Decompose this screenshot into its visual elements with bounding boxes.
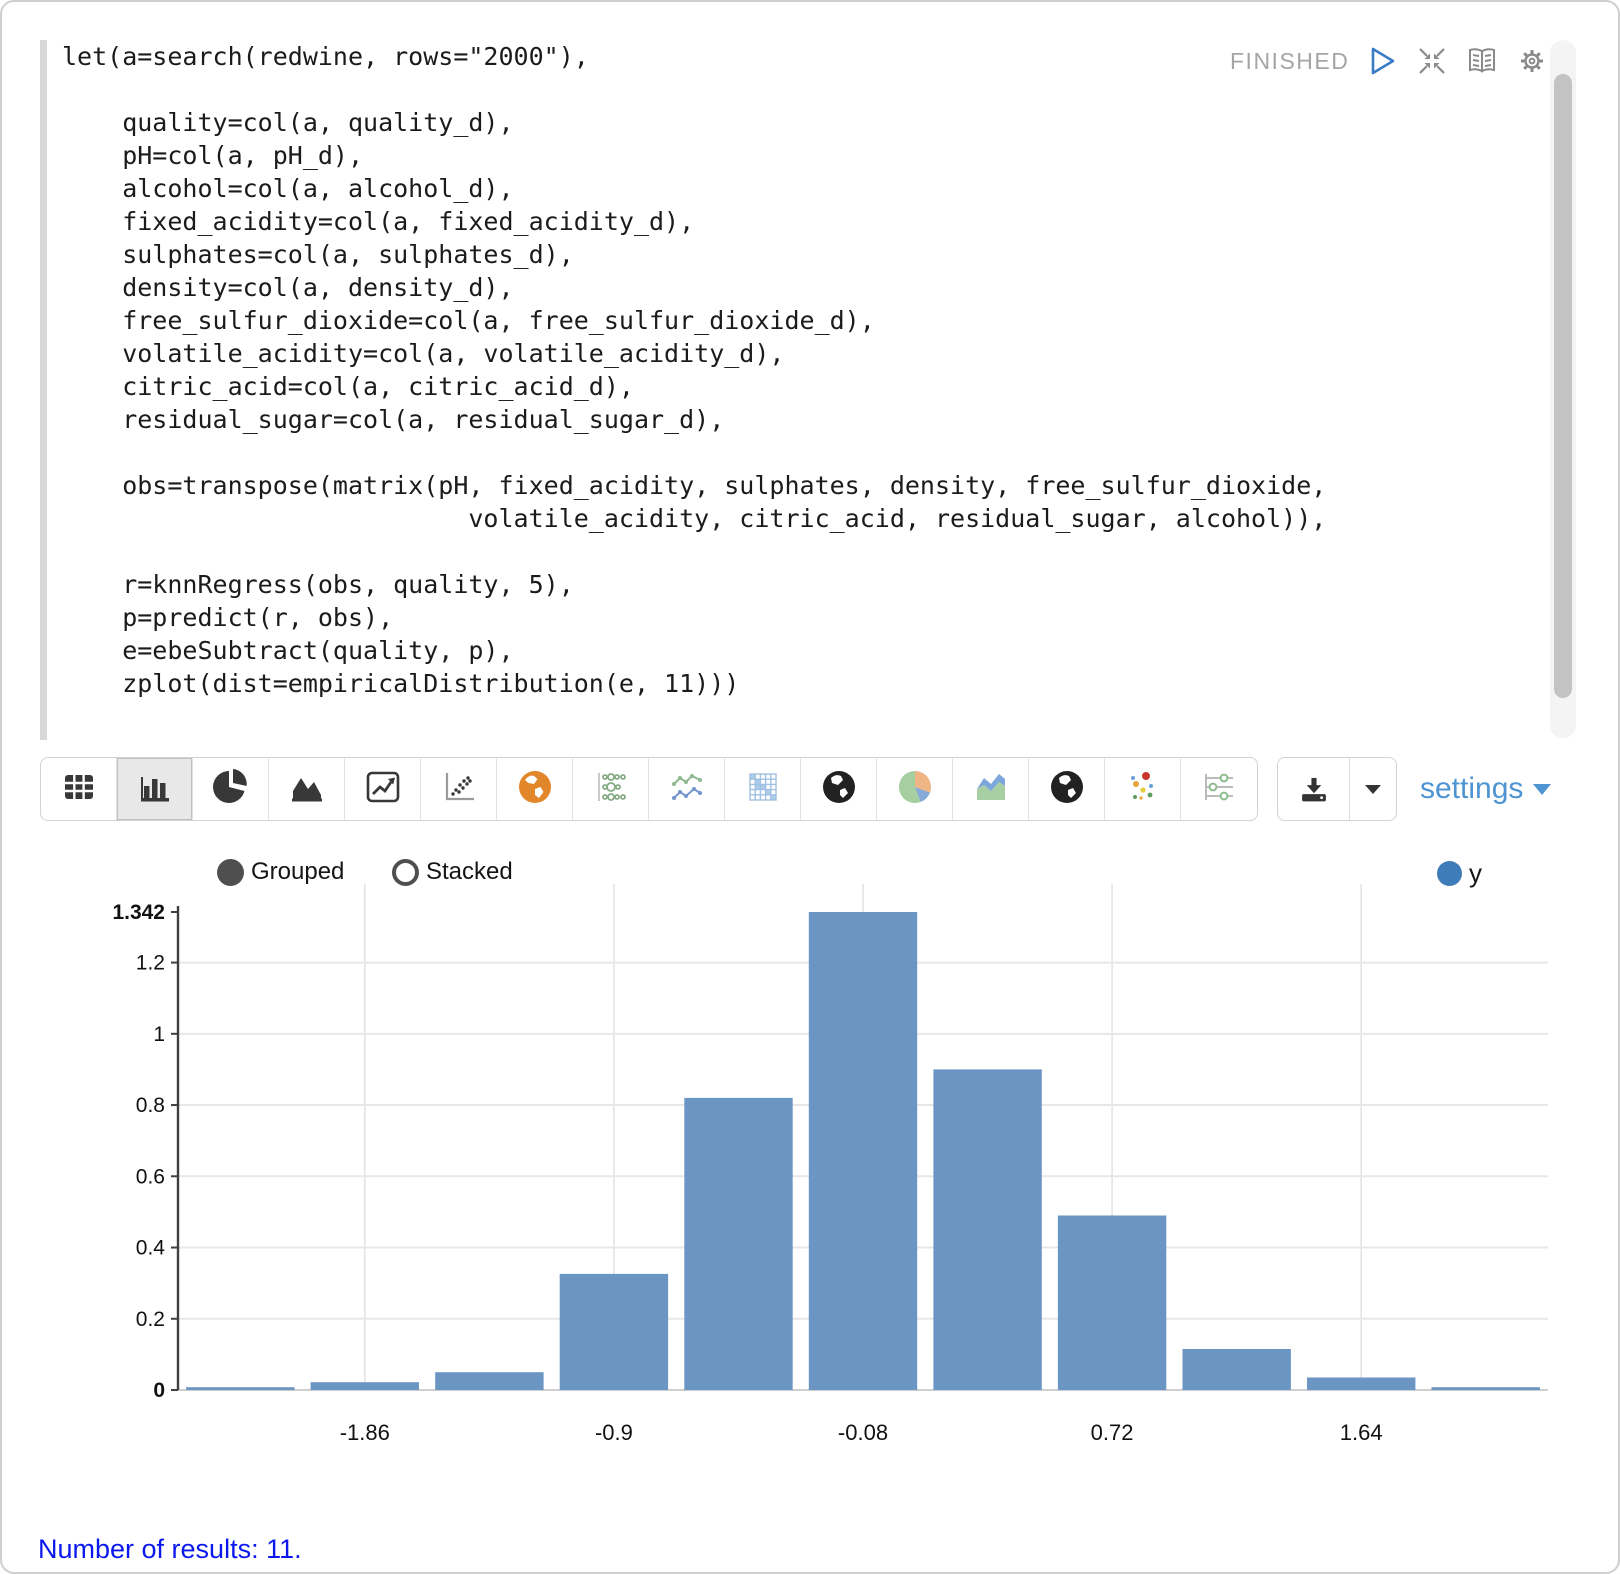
y-tick-label: 1.2 — [136, 952, 165, 975]
line-chart-icon — [363, 767, 403, 812]
histogram-plot: 0 0.2 0.4 0.6 0.8 1 1.2 1.342 -1.86 -0.9 -0.08 0.72… — [2, 878, 1620, 1478]
chart-type-area-chart[interactable] — [269, 758, 345, 820]
histogram-bar[interactable] — [560, 1274, 668, 1390]
settings-caret-icon — [1533, 784, 1551, 795]
histogram-bar[interactable] — [435, 1372, 543, 1390]
download-options-button[interactable] — [1349, 758, 1396, 820]
scatter-colored-icon — [1123, 767, 1163, 812]
histogram-bar[interactable] — [684, 1098, 792, 1390]
area-chart-icon — [287, 767, 327, 812]
globe-dark2-icon — [1047, 767, 1087, 812]
histogram-bar[interactable] — [1183, 1349, 1291, 1390]
histogram-bar[interactable] — [933, 1069, 1041, 1390]
x-tick-label: 0.72 — [1091, 1420, 1134, 1445]
histogram-bar[interactable] — [311, 1382, 419, 1390]
download-button-group — [1277, 757, 1397, 821]
settings-label: settings — [1420, 772, 1523, 806]
download-button[interactable] — [1278, 758, 1349, 820]
download-icon — [1297, 772, 1331, 806]
gear-icon[interactable] — [1515, 44, 1549, 78]
histogram-bar[interactable] — [1432, 1387, 1540, 1390]
histogram-bar[interactable] — [809, 912, 917, 1390]
output-cell: let(a=search(redwine, rows="2000"), qual… — [0, 0, 1620, 1574]
x-tick-label: -0.9 — [595, 1420, 633, 1445]
y-tick-label: 0.6 — [136, 1165, 165, 1188]
chart-type-stacked-area[interactable] — [953, 758, 1029, 820]
multi-line-icon — [667, 767, 707, 812]
x-tick-label: 1.64 — [1340, 1420, 1383, 1445]
table-icon — [59, 767, 99, 812]
status-badge: FINISHED — [1230, 48, 1349, 75]
chart-type-line-chart[interactable] — [345, 758, 421, 820]
chart-type-dot-matrix[interactable] — [573, 758, 649, 820]
heatmap-icon — [743, 767, 783, 812]
histogram-bar[interactable] — [186, 1387, 294, 1390]
dot-matrix-icon — [591, 767, 631, 812]
chart-type-bar-chart[interactable] — [117, 758, 193, 820]
chart-type-facet-sliders[interactable] — [1181, 758, 1257, 820]
histogram-bar[interactable] — [1307, 1378, 1415, 1391]
pie-colored-icon — [895, 767, 935, 812]
x-tick-label: -1.86 — [340, 1420, 390, 1445]
cell-status-row: FINISHED — [1230, 44, 1549, 78]
y-tick-label: 0 — [153, 1379, 165, 1402]
world-map-orange-icon — [515, 767, 555, 812]
y-tick-label: 0.4 — [136, 1237, 166, 1260]
bar-chart-icon — [135, 767, 175, 812]
y-tick-label: 1 — [153, 1023, 165, 1046]
y-tick-label: 0.2 — [136, 1308, 165, 1331]
facet-sliders-icon — [1199, 767, 1239, 812]
stacked-area-icon — [971, 767, 1011, 812]
scatter-plot-icon — [439, 767, 479, 812]
chart-type-pie-colored[interactable] — [877, 758, 953, 820]
chart-type-globe-dark[interactable] — [801, 758, 877, 820]
chart-type-table[interactable] — [41, 758, 117, 820]
chart-type-world-map-orange[interactable] — [497, 758, 573, 820]
chart-type-heatmap[interactable] — [725, 758, 801, 820]
chart-type-pie-chart[interactable] — [193, 758, 269, 820]
run-icon[interactable] — [1365, 44, 1399, 78]
code-scrollbar-thumb[interactable] — [1554, 74, 1572, 698]
code-editor[interactable]: let(a=search(redwine, rows="2000"), qual… — [62, 40, 1326, 700]
pie-chart-icon — [211, 767, 251, 812]
code-cell-accent-bar — [40, 40, 47, 740]
chart-type-globe-dark2[interactable] — [1029, 758, 1105, 820]
histogram-bar[interactable] — [1058, 1216, 1166, 1391]
results-count-text: Number of results: 11. — [38, 1534, 302, 1565]
chart-type-scatter-plot[interactable] — [421, 758, 497, 820]
y-tick-label: 0.8 — [136, 1094, 165, 1117]
y-max-label: 1.342 — [112, 901, 165, 924]
chart-type-scatter-colored[interactable] — [1105, 758, 1181, 820]
x-tick-label: -0.08 — [838, 1420, 888, 1445]
chart-type-toolbar — [40, 757, 1258, 821]
code-scrollbar[interactable] — [1550, 40, 1576, 738]
shrink-icon[interactable] — [1415, 44, 1449, 78]
settings-menu[interactable]: settings — [1420, 757, 1551, 821]
book-icon[interactable] — [1465, 44, 1499, 78]
globe-dark-icon — [819, 767, 859, 812]
chart-type-multi-line[interactable] — [649, 758, 725, 820]
caret-down-icon — [1356, 772, 1390, 806]
